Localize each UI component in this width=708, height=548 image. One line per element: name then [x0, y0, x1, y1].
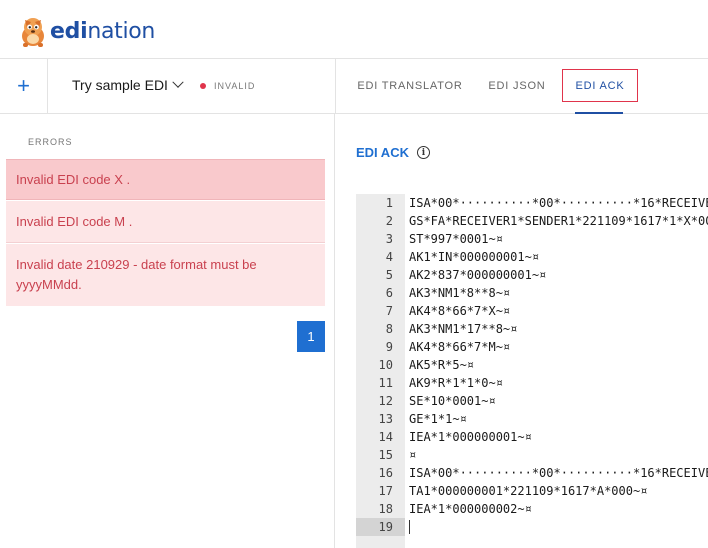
- line-number: 4: [385, 250, 393, 264]
- code-line[interactable]: 8 AK3*NM1*17**8~¤: [356, 320, 708, 338]
- line-number: 16: [378, 466, 393, 480]
- info-icon[interactable]: i: [416, 146, 430, 159]
- edi-ack-panel: EDI ACK i 1 ISA*00*··········*00*········…: [336, 114, 708, 548]
- ack-title: EDI ACK: [356, 145, 409, 160]
- line-text: ST*997*0001~¤: [409, 232, 503, 246]
- line-text: SE*10*0001~¤: [409, 394, 496, 408]
- validation-status: INVALID: [200, 81, 255, 91]
- code-line[interactable]: 10 AK5*R*5~¤: [356, 356, 708, 374]
- line-number: 11: [378, 376, 393, 390]
- error-item[interactable]: Invalid EDI code X .: [6, 159, 325, 200]
- line-text: ISA*00*··········*00*··········*16*RECEI…: [409, 196, 708, 210]
- new-document-button[interactable]: +: [0, 59, 48, 113]
- tab-edi-translator[interactable]: EDI TRANSLATOR: [356, 69, 464, 102]
- code-line[interactable]: 16 ISA*00*··········*00*··········*16*REC…: [356, 464, 708, 482]
- tab-edi-json[interactable]: EDI JSON: [484, 69, 550, 102]
- line-text: IEA*1*000000002~¤: [409, 502, 532, 516]
- logo-wordmark: edination: [50, 19, 155, 44]
- pagination-page-button[interactable]: 1: [297, 321, 325, 352]
- code-line[interactable]: 12 SE*10*0001~¤: [356, 392, 708, 410]
- code-line[interactable]: 2 GS*FA*RECEIVER1*SENDER1*221109*1617*1*X…: [356, 212, 708, 230]
- line-number: 13: [378, 412, 393, 426]
- line-text: GE*1*1~¤: [409, 412, 467, 426]
- status-dot-icon: [200, 83, 206, 89]
- line-text: IEA*1*000000001~¤: [409, 430, 532, 444]
- line-number: 19: [356, 518, 405, 536]
- error-item[interactable]: Invalid EDI code M .: [6, 201, 325, 243]
- line-text: AK3*NM1*8**8~¤: [409, 286, 511, 300]
- line-number: 14: [378, 430, 393, 444]
- line-text: ISA*00*··········*00*··········*16*RECEI…: [409, 466, 708, 480]
- text-cursor: [409, 520, 410, 534]
- line-text: ¤: [409, 448, 417, 462]
- code-line[interactable]: 1 ISA*00*··········*00*··········*16*RECE…: [356, 194, 708, 212]
- line-number: 18: [378, 502, 393, 516]
- line-number: 9: [385, 340, 393, 354]
- line-number: 5: [385, 268, 393, 282]
- code-line[interactable]: 18 IEA*1*000000002~¤: [356, 500, 708, 518]
- line-text: AK9*R*1*1*0~¤: [409, 376, 503, 390]
- tab-edi-ack[interactable]: EDI ACK: [562, 69, 638, 102]
- line-number: 2: [385, 214, 393, 228]
- code-line[interactable]: 15 ¤: [356, 446, 708, 464]
- code-line[interactable]: 7 AK4*8*66*7*X~¤: [356, 302, 708, 320]
- line-text: GS*FA*RECEIVER1*SENDER1*221109*1617*1*X*…: [409, 214, 708, 228]
- code-line[interactable]: 5 AK2*837*000000001~¤: [356, 266, 708, 284]
- line-text: AK3*NM1*17**8~¤: [409, 322, 518, 336]
- line-text: TA1*000000001*221109*1617*A*000~¤: [409, 484, 648, 498]
- line-number: 1: [385, 196, 393, 210]
- edination-logo[interactable]: edination: [18, 14, 155, 48]
- line-number: 7: [385, 304, 393, 318]
- line-text: AK4*8*66*7*M~¤: [409, 340, 511, 354]
- line-number: 10: [378, 358, 393, 372]
- code-line[interactable]: 13 GE*1*1~¤: [356, 410, 708, 428]
- line-number: 12: [378, 394, 393, 408]
- code-line[interactable]: 11 AK9*R*1*1*0~¤: [356, 374, 708, 392]
- code-line[interactable]: 6 AK3*NM1*8**8~¤: [356, 284, 708, 302]
- code-line[interactable]: 4 AK1*IN*000000001~¤: [356, 248, 708, 266]
- toolbar: + Try sample EDI INVALID EDI TRANSLATOR …: [0, 59, 708, 114]
- status-label: INVALID: [214, 81, 256, 91]
- toolbar-divider: [335, 59, 336, 113]
- ack-code-editor[interactable]: 1 ISA*00*··········*00*··········*16*RECE…: [356, 194, 708, 548]
- line-number: 8: [385, 322, 393, 336]
- try-sample-label: Try sample EDI: [72, 77, 168, 93]
- line-text: AK1*IN*000000001~¤: [409, 250, 540, 264]
- code-line[interactable]: 17 TA1*000000001*221109*1617*A*000~¤: [356, 482, 708, 500]
- code-line[interactable]: 19: [356, 518, 708, 536]
- line-number: 15: [378, 448, 393, 462]
- code-line[interactable]: 14 IEA*1*000000001~¤: [356, 428, 708, 446]
- logo-text-nation: nation: [87, 18, 156, 44]
- app-header: edination: [0, 0, 708, 59]
- errors-panel: ERRORS Invalid EDI code X . Invalid EDI …: [0, 114, 335, 548]
- logo-text-edi: edi: [50, 18, 88, 44]
- line-number: 3: [385, 232, 393, 246]
- ack-title-row: EDI ACK i: [356, 145, 430, 160]
- line-text: AK5*R*5~¤: [409, 358, 475, 372]
- fox-mascot-icon: [22, 18, 44, 47]
- line-text: AK4*8*66*7*X~¤: [409, 304, 511, 318]
- errors-heading: ERRORS: [28, 137, 73, 147]
- chevron-down-icon: [172, 76, 184, 88]
- line-text: AK2*837*000000001~¤: [409, 268, 547, 282]
- try-sample-dropdown[interactable]: Try sample EDI: [72, 76, 184, 93]
- code-line[interactable]: 3 ST*997*0001~¤: [356, 230, 708, 248]
- code-line[interactable]: 9 AK4*8*66*7*M~¤: [356, 338, 708, 356]
- line-number: 17: [378, 484, 393, 498]
- line-number: 6: [385, 286, 393, 300]
- error-item[interactable]: Invalid date 210929 - date format must b…: [6, 244, 325, 306]
